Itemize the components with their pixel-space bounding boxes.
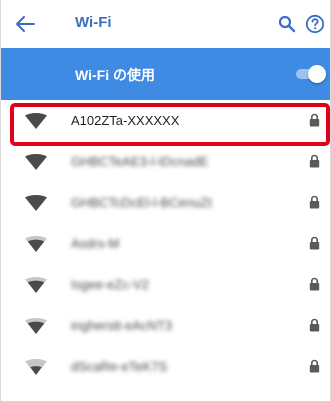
network-row[interactable]: GHBCTcDcEl-l-BCenuZt	[1, 182, 330, 223]
wifi-signal-icon	[25, 236, 47, 252]
network-ssid: Asdrs-M	[71, 236, 120, 251]
wifi-master-label: Wi-Fi の使用	[75, 67, 155, 83]
wifi-settings-screen: Wi-Fi Wi-Fi の使用 A102ZTa-XXXXXX GHBCTeAE3-…	[0, 0, 331, 401]
lock-icon	[309, 113, 320, 127]
network-ssid: GHBCTcDcEl-l-BCenuZt	[71, 195, 212, 210]
network-list: A102ZTa-XXXXXX GHBCTeAE3-l-IDcnadE GHBCTcD…	[1, 100, 330, 387]
help-circle-icon[interactable]	[305, 14, 325, 34]
lock-icon	[309, 154, 320, 168]
network-ssid: A102ZTa-XXXXXX	[71, 113, 180, 128]
network-ssid: Isgee-eZc-V2	[71, 277, 150, 292]
network-ssid: dScaRe-eTeK7S	[71, 359, 168, 374]
arrow-left-icon[interactable]	[15, 15, 35, 33]
app-bar: Wi-Fi	[1, 0, 330, 48]
network-row[interactable]: A102ZTa-XXXXXX	[1, 100, 330, 141]
wifi-signal-icon	[25, 318, 47, 334]
toggle-knob	[308, 65, 326, 83]
lock-icon	[309, 318, 320, 332]
lock-icon	[309, 277, 320, 291]
network-ssid: GHBCTeAE3-l-IDcnadE	[71, 154, 209, 169]
search-icon[interactable]	[278, 15, 296, 33]
network-row[interactable]: GHBCTeAE3-l-IDcnadE	[1, 141, 330, 182]
lock-icon	[309, 195, 320, 209]
network-row[interactable]: ingherstt-eAcNT3	[1, 305, 330, 346]
wifi-toggle[interactable]	[294, 65, 326, 83]
network-row[interactable]: dScaRe-eTeK7S	[1, 346, 330, 387]
lock-icon	[309, 236, 320, 250]
page-title: Wi-Fi	[75, 14, 112, 31]
wifi-signal-icon	[25, 195, 47, 211]
wifi-signal-icon	[25, 154, 47, 170]
network-row[interactable]: Asdrs-M	[1, 223, 330, 264]
wifi-signal-icon	[25, 113, 47, 129]
wifi-signal-icon	[25, 359, 47, 375]
wifi-master-switch-bar[interactable]: Wi-Fi の使用	[1, 48, 330, 100]
wifi-signal-icon	[25, 277, 47, 293]
network-row[interactable]: Isgee-eZc-V2	[1, 264, 330, 305]
network-ssid: ingherstt-eAcNT3	[71, 318, 173, 333]
lock-icon	[309, 359, 320, 373]
